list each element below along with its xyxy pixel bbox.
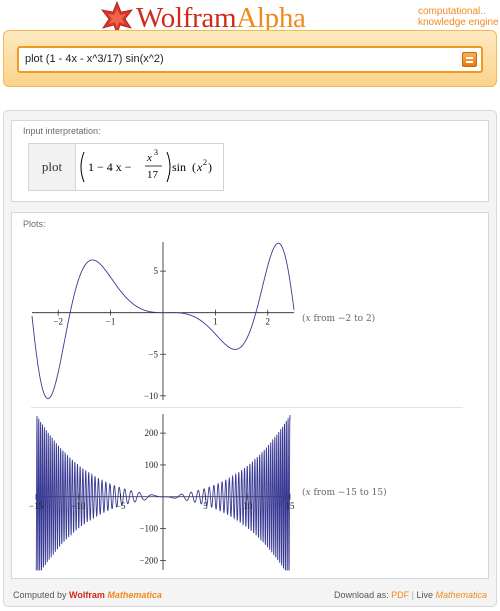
- plot-1-x-tick-label: −1: [106, 317, 116, 327]
- plot-2-x-tick-label: −15: [29, 501, 44, 511]
- live-mathematica-link[interactable]: Mathematica: [435, 590, 487, 600]
- search-input[interactable]: plot (1 - 4x - x^3/17) sin(x^2): [17, 46, 483, 73]
- download-as: Download as: PDF | Live Mathematica: [334, 590, 487, 600]
- footer-mathematica[interactable]: Mathematica: [107, 590, 162, 600]
- plot-1-x-tick-label: 2: [266, 317, 271, 327]
- plot-2-range-var: x: [305, 488, 311, 498]
- logo-tagline: computational.. knowledge engine: [418, 6, 499, 28]
- plot-2-y-tick-label: 100: [145, 460, 159, 470]
- plot-2-y-tick-label: 200: [145, 428, 159, 438]
- tagline-line-1: computational..: [418, 6, 486, 17]
- plot-1-y-tick-label: −5: [148, 349, 158, 359]
- plot-1-y-tick-label: −10: [144, 391, 159, 401]
- plot-2-range-text: from −15 to 15: [313, 488, 384, 498]
- plot-1-range-label: (x from −2 to 2): [302, 314, 376, 324]
- plot-2-x-tick-label: −5: [116, 501, 126, 511]
- interpretation-command: plot: [29, 144, 76, 190]
- plot-2-y-tick-label: −200: [139, 555, 158, 565]
- interpretation-table: plot 1 − 4 x − x 3 17 sin ( x 2 ): [28, 143, 224, 191]
- plot-1[interactable]: −2 −1 1 2 5 −5 −10: [28, 236, 298, 406]
- plots-title: Plots:: [23, 219, 46, 229]
- download-pdf-link[interactable]: PDF: [391, 590, 409, 600]
- equals-icon[interactable]: [462, 52, 477, 67]
- plot-2-range-label: (x from −15 to 15): [302, 488, 387, 498]
- plot-2[interactable]: −15 −10 −5 5 10 15 200 100 −100 −200: [28, 410, 298, 575]
- plot-1-y-tick-label: 5: [154, 266, 159, 276]
- plot-2-x-tick-label: 15: [286, 501, 296, 511]
- interpretation-formula: 1 − 4 x − x 3 17 sin ( x 2 ): [80, 148, 212, 183]
- search-query-text[interactable]: plot (1 - 4x - x^3/17) sin(x^2): [25, 53, 164, 65]
- tagline-line-2: knowledge engine: [418, 17, 499, 28]
- footer-wolfram[interactable]: Wolfram: [69, 590, 105, 600]
- plot-1-x-tick-label: −2: [53, 317, 63, 327]
- computed-by: Computed by Wolfram Mathematica: [13, 590, 162, 600]
- formula-sin: sin: [172, 160, 186, 174]
- svg-text:(: (: [192, 160, 196, 174]
- search-bar: plot (1 - 4x - x^3/17) sin(x^2): [3, 30, 497, 87]
- formula-prefix: 1 − 4 x −: [88, 160, 132, 174]
- plot-1-x-tick-label: 1: [213, 317, 218, 327]
- formula-sin-arg: x: [196, 160, 203, 174]
- plot-2-x-tick-label: −10: [71, 501, 86, 511]
- plot-divider: [31, 407, 463, 408]
- plot-2-y-tick-label: −100: [139, 524, 158, 534]
- plot-1-range-text: from −2 to 2: [313, 314, 372, 324]
- formula-numerator-exp: 3: [154, 148, 158, 157]
- plot-2-x-tick-label: 10: [243, 501, 253, 511]
- formula-denominator: 17: [147, 169, 159, 181]
- svg-text:): ): [208, 160, 212, 174]
- formula-sin-exp: 2: [203, 158, 207, 167]
- input-interpretation-title: Input interpretation:: [23, 126, 101, 136]
- formula-numerator: x: [146, 152, 152, 164]
- plot-2-x-tick-label: 5: [203, 501, 208, 511]
- header: WolframAlpha computational.. knowledge en…: [0, 0, 500, 100]
- plot-1-range-var: x: [305, 314, 311, 324]
